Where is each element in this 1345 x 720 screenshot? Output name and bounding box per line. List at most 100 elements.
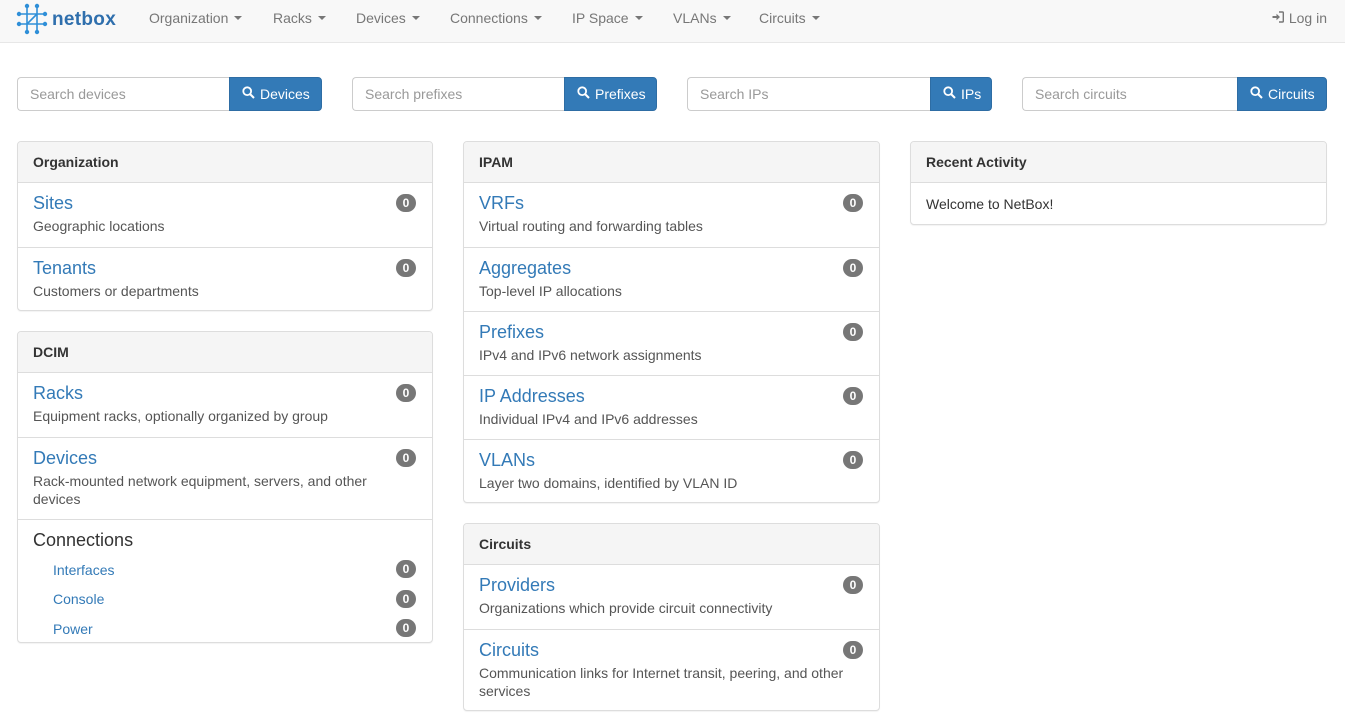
search-ips-form: IPs [687, 77, 992, 111]
caret-down-icon [533, 15, 542, 20]
count-badge: 0 [843, 259, 863, 277]
search-ips-input[interactable] [687, 77, 930, 111]
item-description: Organizations which provide circuit conn… [479, 600, 773, 616]
nav-menu-label: Organization [149, 9, 229, 26]
circuits-link[interactable]: Circuits [479, 640, 864, 660]
count-badge: 0 [396, 194, 416, 212]
prefixes-link[interactable]: Prefixes [479, 322, 864, 342]
caret-down-icon [722, 15, 731, 20]
search-circuits-button[interactable]: Circuits [1237, 77, 1327, 111]
caret-down-icon [234, 15, 243, 20]
search-circuits-input[interactable] [1022, 77, 1237, 111]
brand-link[interactable]: netbox [16, 3, 116, 38]
nav-menu-label: Circuits [759, 9, 806, 26]
count-badge: 0 [843, 323, 863, 341]
list-item-vlans: VLANs Layer two domains, identified by V… [464, 439, 879, 502]
aggregates-link[interactable]: Aggregates [479, 258, 864, 278]
nav-menu-racks[interactable]: Racks [273, 0, 326, 35]
count-badge: 0 [843, 451, 863, 469]
search-icon [943, 86, 961, 102]
circuits-panel: Circuits Providers Organizations which p… [463, 523, 880, 711]
nav-menu-connections[interactable]: Connections [450, 0, 542, 35]
activity-message: Welcome to NetBox! [926, 195, 1054, 212]
tenants-link[interactable]: Tenants [33, 258, 417, 278]
dcim-panel: DCIM Racks Equipment racks, optionally o… [17, 331, 433, 643]
racks-link[interactable]: Racks [33, 383, 417, 403]
nav-menu-ip-space[interactable]: IP Space [572, 0, 643, 35]
connection-item-console: Console 0 [33, 585, 417, 615]
connections-title: Connections [33, 530, 134, 550]
item-description: Equipment racks, optionally organized by… [33, 408, 328, 424]
organization-panel: Organization Sites Geographic locations … [17, 141, 433, 311]
caret-down-icon [634, 15, 643, 20]
vlans-link[interactable]: VLANs [479, 450, 864, 470]
count-badge: 0 [396, 560, 416, 578]
panel-heading: Organization [18, 142, 432, 183]
item-description: IPv4 and IPv6 network assignments [479, 347, 702, 363]
search-prefixes-form: Prefixes [352, 77, 657, 111]
item-description: Layer two domains, identified by VLAN ID [479, 475, 738, 491]
nav-menu-circuits[interactable]: Circuits [759, 0, 820, 35]
list-item-racks: Racks Equipment racks, optionally organi… [18, 373, 432, 437]
item-description: Individual IPv4 and IPv6 addresses [479, 411, 698, 427]
search-devices-button[interactable]: Devices [229, 77, 322, 111]
item-description: Geographic locations [33, 218, 165, 234]
item-description: Virtual routing and forwarding tables [479, 218, 703, 234]
search-prefixes-input[interactable] [352, 77, 564, 111]
list-item-ip-addresses: IP Addresses Individual IPv4 and IPv6 ad… [464, 375, 879, 439]
search-button-label: Devices [260, 86, 310, 102]
panel-heading: Recent Activity [911, 142, 1326, 183]
vrfs-link[interactable]: VRFs [479, 193, 864, 213]
nav-menu-label: Connections [450, 9, 528, 26]
search-button-label: IPs [961, 86, 982, 102]
search-devices-form: Devices [17, 77, 322, 111]
item-description: Customers or departments [33, 283, 199, 299]
panel-heading: Circuits [464, 524, 879, 565]
nav-menu-label: Racks [273, 9, 312, 26]
connection-item-power: Power 0 [33, 614, 417, 642]
ipam-panel: IPAM VRFs Virtual routing and forwarding… [463, 141, 880, 503]
list-item-prefixes: Prefixes IPv4 and IPv6 network assignmen… [464, 311, 879, 375]
panel-heading: DCIM [18, 332, 432, 373]
netbox-logo-icon [16, 3, 48, 38]
caret-down-icon [811, 15, 820, 20]
nav-menu-label: Devices [356, 9, 406, 26]
item-description: Rack-mounted network equipment, servers,… [33, 473, 367, 507]
devices-link[interactable]: Devices [33, 448, 417, 468]
nav-menu-label: VLANs [673, 9, 717, 26]
count-badge: 0 [396, 384, 416, 402]
caret-down-icon [317, 15, 326, 20]
count-badge: 0 [396, 259, 416, 277]
console-link[interactable]: Console [53, 591, 104, 607]
count-badge: 0 [843, 194, 863, 212]
search-circuits-form: Circuits [1022, 77, 1327, 111]
nav-menu-label: IP Space [572, 9, 629, 26]
count-badge: 0 [843, 641, 863, 659]
item-description: Communication links for Internet transit… [479, 665, 844, 699]
count-badge: 0 [396, 589, 416, 608]
navbar: netbox Organization Racks Devices Connec… [0, 0, 1345, 43]
nav-menu-organization[interactable]: Organization [149, 0, 243, 35]
search-devices-input[interactable] [17, 77, 229, 111]
list-item-devices: Devices Rack-mounted network equipment, … [18, 437, 432, 519]
panel-heading: IPAM [464, 142, 879, 183]
providers-link[interactable]: Providers [479, 575, 864, 595]
caret-down-icon [411, 15, 420, 20]
login-link[interactable]: Log in [1272, 0, 1327, 35]
nav-menu-vlans[interactable]: VLANs [673, 0, 731, 35]
list-item-circuits: Circuits Communication links for Interne… [464, 629, 879, 710]
nav-menu-devices[interactable]: Devices [356, 0, 420, 35]
search-icon [242, 86, 260, 102]
search-prefixes-button[interactable]: Prefixes [564, 77, 657, 111]
list-item-connections: Connections Interfaces 0 Console 0 Power… [18, 519, 432, 642]
count-badge: 0 [396, 619, 416, 637]
search-ips-button[interactable]: IPs [930, 77, 992, 111]
list-item-tenants: Tenants Customers or departments 0 [18, 247, 432, 310]
ip-addresses-link[interactable]: IP Addresses [479, 386, 864, 406]
power-link[interactable]: Power [53, 621, 93, 637]
login-label: Log in [1288, 9, 1327, 26]
recent-activity-panel: Recent Activity Welcome to NetBox! [910, 141, 1327, 225]
sign-in-icon [1272, 10, 1289, 26]
sites-link[interactable]: Sites [33, 193, 417, 213]
interfaces-link[interactable]: Interfaces [53, 562, 114, 578]
